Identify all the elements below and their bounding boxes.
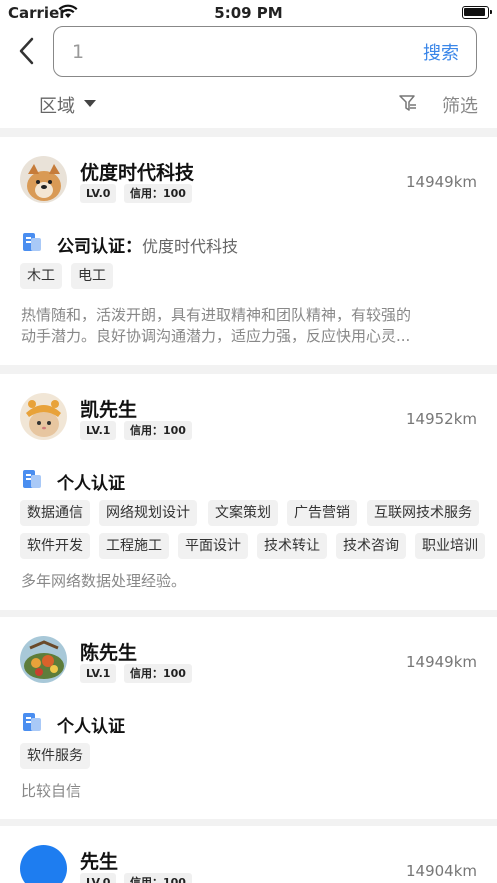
provider-name: 凯先生 (80, 399, 138, 421)
region-filter[interactable]: 区域 (39, 92, 75, 118)
chevron-left-icon (19, 37, 34, 65)
provider-name: 优度时代科技 (80, 162, 195, 184)
search-button[interactable]: 搜索 (423, 39, 459, 65)
provider-description: 多年网络数据处理经验。 (21, 572, 187, 590)
credit-badge: 信用：100 (124, 184, 192, 203)
provider-name: 陈先生 (80, 642, 138, 664)
level-badge: LV.0 (80, 873, 117, 883)
credit-badge: 信用：100 (124, 873, 192, 883)
company-certification-label: 公司认证：优度时代科技 (57, 232, 238, 257)
avatar (20, 845, 67, 883)
skill-tag: 木工 (20, 263, 62, 289)
personal-certification-label: 个人认证 (57, 474, 125, 494)
skill-tag: 电工 (71, 263, 113, 289)
skill-tag: 互联网技术服务 (367, 500, 479, 526)
distance-label: 14904km (405, 862, 477, 880)
skill-tag: 软件开发 (20, 533, 90, 559)
avatar (20, 156, 67, 203)
certificate-icon (22, 712, 42, 736)
personal-certification-label: 个人认证 (57, 717, 125, 737)
skill-tag: 软件服务 (20, 743, 90, 769)
search-header: 搜索 区域 筛选 (0, 26, 497, 128)
level-badge: LV.0 (80, 184, 117, 203)
skill-tag: 数据通信 (20, 500, 90, 526)
status-time: 5:09 PM (214, 4, 283, 22)
skill-tag: 平面设计 (178, 533, 248, 559)
description-line: 热情随和，活泼开朗，具有进取精神和团队精神，有较强的 (21, 306, 412, 324)
skill-tag: 工程施工 (99, 533, 169, 559)
skill-tag: 广告营销 (287, 500, 357, 526)
skill-tag: 职业培训 (415, 533, 485, 559)
level-badge: LV.1 (80, 664, 117, 683)
status-bar: Carrier 5:09 PM (0, 0, 497, 26)
skill-tag: 网络规划设计 (99, 500, 197, 526)
provider-description: 比较自信 (21, 782, 82, 800)
avatar (20, 393, 67, 440)
search-input[interactable] (72, 37, 372, 67)
avatar (20, 636, 67, 683)
distance-label: 14949km (405, 173, 477, 191)
caret-down-icon[interactable] (84, 100, 96, 107)
skill-tag: 文案策划 (208, 500, 278, 526)
skill-tag: 技术转让 (257, 533, 327, 559)
provider-card[interactable]: 凯先生 LV.1 信用：100 14952km 个人认证 数据通信 网络规划设计… (0, 374, 497, 610)
provider-card[interactable]: 优度时代科技 LV.0 信用：100 14949km 公司认证：优度时代科技 木… (0, 137, 497, 365)
filter-button[interactable]: 筛选 (442, 92, 478, 118)
credit-badge: 信用：100 (124, 421, 192, 440)
certificate-icon (22, 469, 42, 493)
provider-card[interactable]: 陈先生 LV.1 信用：100 14949km 个人认证 软件服务 比较自信 (0, 617, 497, 819)
search-box: 搜索 (53, 26, 477, 77)
certification-type: 公司认证： (57, 237, 142, 257)
provider-name: 先生 (80, 851, 119, 873)
provider-description: 热情随和，活泼开朗，具有进取精神和团队精神，有较强的 动手潜力。良好协调沟通潜力… (21, 305, 477, 347)
distance-label: 14952km (405, 410, 477, 428)
certified-company-name: 优度时代科技 (142, 237, 239, 256)
distance-label: 14949km (405, 653, 477, 671)
battery-icon (462, 6, 492, 19)
certificate-icon (22, 232, 42, 256)
filter-icon[interactable] (399, 94, 417, 116)
provider-card[interactable]: 先生 LV.0 信用：100 14904km (0, 826, 497, 883)
level-badge: LV.1 (80, 421, 117, 440)
skill-tag: 技术咨询 (336, 533, 406, 559)
credit-badge: 信用：100 (124, 664, 192, 683)
back-button[interactable] (14, 36, 42, 66)
description-line: 动手潜力。良好协调沟通潜力，适应力强，反应快用心灵... (21, 327, 411, 345)
